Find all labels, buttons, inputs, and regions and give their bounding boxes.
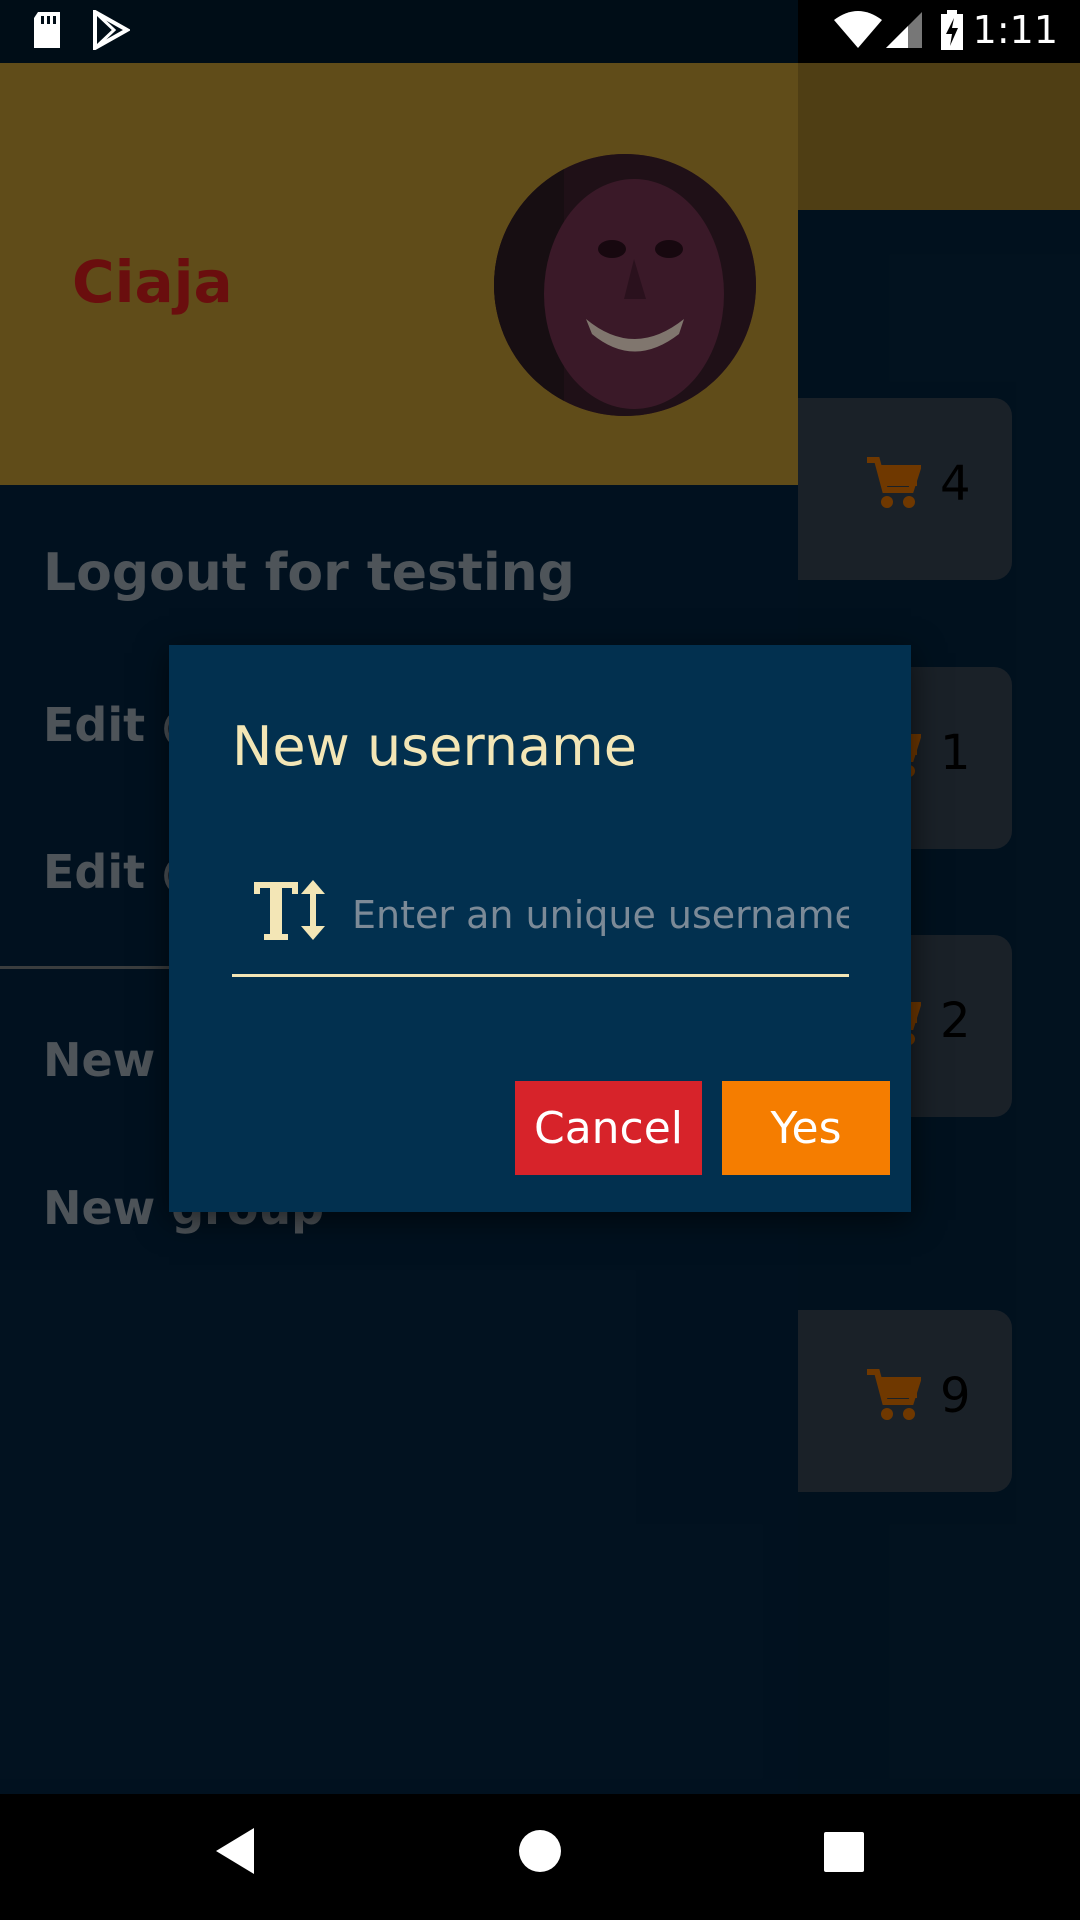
dialog-title: New username	[232, 715, 637, 778]
recents-icon[interactable]	[822, 1826, 866, 1880]
wifi-icon	[832, 10, 884, 54]
system-nav-bar	[0, 1794, 1080, 1920]
yes-button[interactable]: Yes	[722, 1081, 890, 1175]
username-input[interactable]	[352, 880, 849, 950]
play-store-icon	[92, 8, 132, 54]
text-size-icon	[252, 878, 330, 946]
status-bar: 1:11	[0, 0, 1080, 63]
input-underline	[232, 974, 849, 977]
home-icon[interactable]	[518, 1826, 562, 1880]
battery-charging-icon	[940, 10, 964, 54]
back-icon[interactable]	[214, 1826, 258, 1880]
new-username-dialog: New username Cancel Yes	[169, 645, 911, 1212]
cancel-button[interactable]: Cancel	[515, 1081, 702, 1175]
clock: 1:11	[972, 8, 1058, 52]
sd-card-icon	[30, 10, 64, 54]
username-input-container	[232, 860, 849, 980]
signal-icon	[884, 10, 924, 54]
